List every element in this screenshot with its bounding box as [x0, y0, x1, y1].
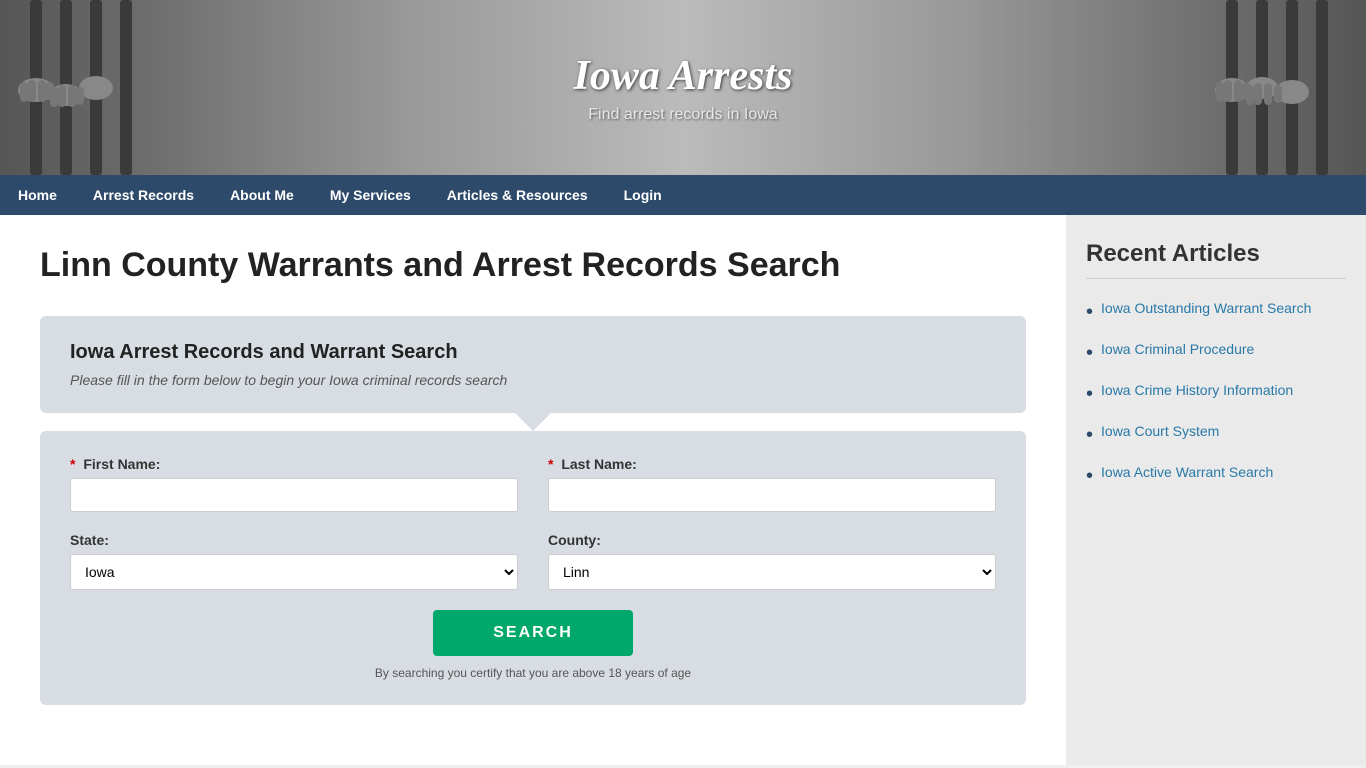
name-row: * First Name: * Last Name: — [70, 456, 996, 512]
search-button[interactable]: SEARCH — [433, 610, 633, 656]
article-link-4[interactable]: Iowa Court System — [1101, 422, 1219, 442]
form-arrow — [515, 413, 551, 431]
state-select[interactable]: Iowa — [70, 554, 518, 590]
nav-articles[interactable]: Articles & Resources — [429, 175, 606, 215]
state-label: State: — [70, 532, 518, 548]
county-label: County: — [548, 532, 996, 548]
article-link-3[interactable]: Iowa Crime History Information — [1101, 381, 1293, 401]
first-name-label: * First Name: — [70, 456, 518, 472]
state-group: State: Iowa — [70, 532, 518, 590]
site-title: Iowa Arrests — [573, 52, 792, 100]
page-content: Linn County Warrants and Arrest Records … — [0, 215, 1366, 765]
first-name-group: * First Name: — [70, 456, 518, 512]
first-name-input[interactable] — [70, 478, 518, 512]
search-disclaimer: By searching you certify that you are ab… — [70, 666, 996, 680]
form-box-subtitle: Please fill in the form below to begin y… — [70, 372, 996, 388]
recent-articles-list: Iowa Outstanding Warrant Search Iowa Cri… — [1086, 299, 1346, 489]
header-text: Iowa Arrests Find arrest records in Iowa — [573, 52, 792, 124]
main-content: Linn County Warrants and Arrest Records … — [0, 215, 1066, 765]
form-box-title: Iowa Arrest Records and Warrant Search — [70, 341, 996, 364]
last-name-group: * Last Name: — [548, 456, 996, 512]
bars-left-decoration — [0, 0, 220, 175]
article-link-5[interactable]: Iowa Active Warrant Search — [1101, 463, 1273, 483]
first-name-required: * — [70, 456, 75, 472]
list-item: Iowa Criminal Procedure — [1086, 340, 1346, 366]
list-item: Iowa Court System — [1086, 422, 1346, 448]
search-form-header: Iowa Arrest Records and Warrant Search P… — [40, 316, 1026, 413]
nav-home[interactable]: Home — [0, 175, 75, 215]
list-item: Iowa Crime History Information — [1086, 381, 1346, 407]
list-item: Iowa Active Warrant Search — [1086, 463, 1346, 489]
search-btn-row: SEARCH — [70, 610, 996, 656]
location-row: State: Iowa County: Linn — [70, 532, 996, 590]
sidebar-title: Recent Articles — [1086, 240, 1346, 279]
last-name-input[interactable] — [548, 478, 996, 512]
main-navigation: Home Arrest Records About Me My Services… — [0, 175, 1366, 215]
nav-about-me[interactable]: About Me — [212, 175, 312, 215]
site-header: Iowa Arrests Find arrest records in Iowa — [0, 0, 1366, 175]
list-item: Iowa Outstanding Warrant Search — [1086, 299, 1346, 325]
county-select[interactable]: Linn — [548, 554, 996, 590]
search-form-fields: * First Name: * Last Name: State: — [40, 431, 1026, 705]
last-name-label: * Last Name: — [548, 456, 996, 472]
nav-services[interactable]: My Services — [312, 175, 429, 215]
county-group: County: Linn — [548, 532, 996, 590]
bars-right-decoration — [1146, 0, 1366, 175]
page-title: Linn County Warrants and Arrest Records … — [40, 245, 1026, 286]
sidebar: Recent Articles Iowa Outstanding Warrant… — [1066, 215, 1366, 765]
nav-arrest-records[interactable]: Arrest Records — [75, 175, 212, 215]
last-name-required: * — [548, 456, 553, 472]
article-link-2[interactable]: Iowa Criminal Procedure — [1101, 340, 1254, 360]
article-link-1[interactable]: Iowa Outstanding Warrant Search — [1101, 299, 1311, 319]
nav-login[interactable]: Login — [606, 175, 680, 215]
site-tagline: Find arrest records in Iowa — [573, 106, 792, 124]
